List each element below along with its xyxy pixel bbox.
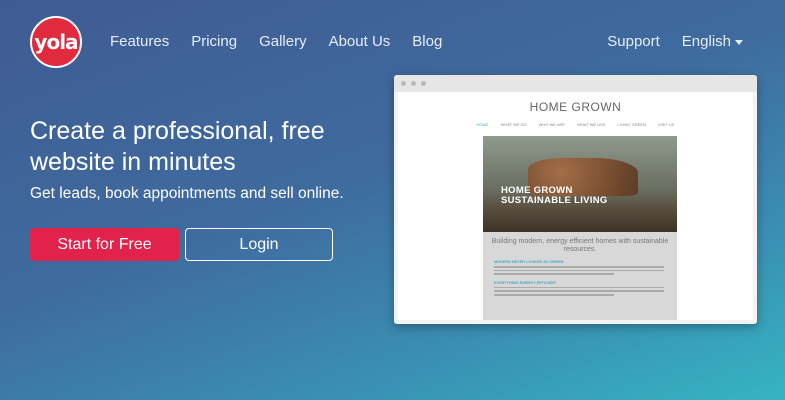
preview-nav-item: VISIT US <box>657 122 675 127</box>
language-label: English <box>681 33 731 50</box>
browser-bar <box>394 75 757 92</box>
preview-text-lines <box>494 266 677 275</box>
login-button[interactable]: Login <box>185 228 333 261</box>
nav-about-us[interactable]: About Us <box>329 33 391 50</box>
preview-text-lines <box>494 286 677 296</box>
window-dot-icon <box>401 81 406 86</box>
language-selector[interactable]: English <box>682 33 743 50</box>
text-line <box>494 273 614 275</box>
preview-heading-1: MODERN NEVER LOOKED SO GREEN <box>494 260 564 264</box>
preview-hero-line2: SUSTAINABLE LIVING <box>501 195 608 206</box>
preview-tagline: Building modern, energy efficient homes … <box>491 238 669 253</box>
text-line <box>494 290 664 292</box>
website-preview: HOME GROWN HOME WHAT WE DO WHO WE ARE WH… <box>394 75 757 324</box>
preview-site-nav: HOME WHAT WE DO WHO WE ARE WHAT WE USE L… <box>398 122 753 127</box>
yola-logo[interactable]: yola <box>30 16 82 68</box>
window-dot-icon <box>421 81 426 86</box>
preview-site-title: HOME GROWN <box>529 100 622 114</box>
nav-features[interactable]: Features <box>110 33 169 50</box>
nav-support[interactable]: Support <box>607 33 660 50</box>
main-nav: Features Pricing Gallery About Us Blog <box>110 33 442 50</box>
text-line <box>494 266 664 268</box>
nav-pricing[interactable]: Pricing <box>191 33 237 50</box>
preview-hero-image: HOME GROWN SUSTAINABLE LIVING <box>483 136 677 232</box>
preview-nav-item: WHO WE ARE <box>538 122 566 127</box>
window-dot-icon <box>411 81 416 86</box>
preview-body: Building modern, energy efficient homes … <box>483 232 677 320</box>
preview-nav-item: LIVING GREEN <box>617 122 646 127</box>
preview-nav-item: HOME <box>476 122 489 127</box>
start-for-free-button[interactable]: Start for Free <box>30 228 179 261</box>
preview-nav-item: WHAT WE DO <box>500 122 527 127</box>
text-line <box>494 269 664 272</box>
text-line <box>494 293 614 296</box>
hero-subheadline: Get leads, book appointments and sell on… <box>30 185 344 202</box>
preview-content: HOME GROWN HOME WHAT WE DO WHO WE ARE WH… <box>398 92 753 320</box>
text-line <box>494 286 664 289</box>
preview-heading-2: EVERYTHING ENERGY EFFICIENT <box>494 280 557 285</box>
chevron-down-icon <box>735 39 743 45</box>
nav-blog[interactable]: Blog <box>412 33 442 50</box>
preview-nav-item: WHAT WE USE <box>577 122 606 127</box>
preview-hero-text: HOME GROWN SUSTAINABLE LIVING <box>501 186 608 206</box>
nav-gallery[interactable]: Gallery <box>259 33 307 50</box>
nav-right: Support English <box>607 33 743 50</box>
hero-headline: Create a professional, free website in m… <box>30 117 325 176</box>
